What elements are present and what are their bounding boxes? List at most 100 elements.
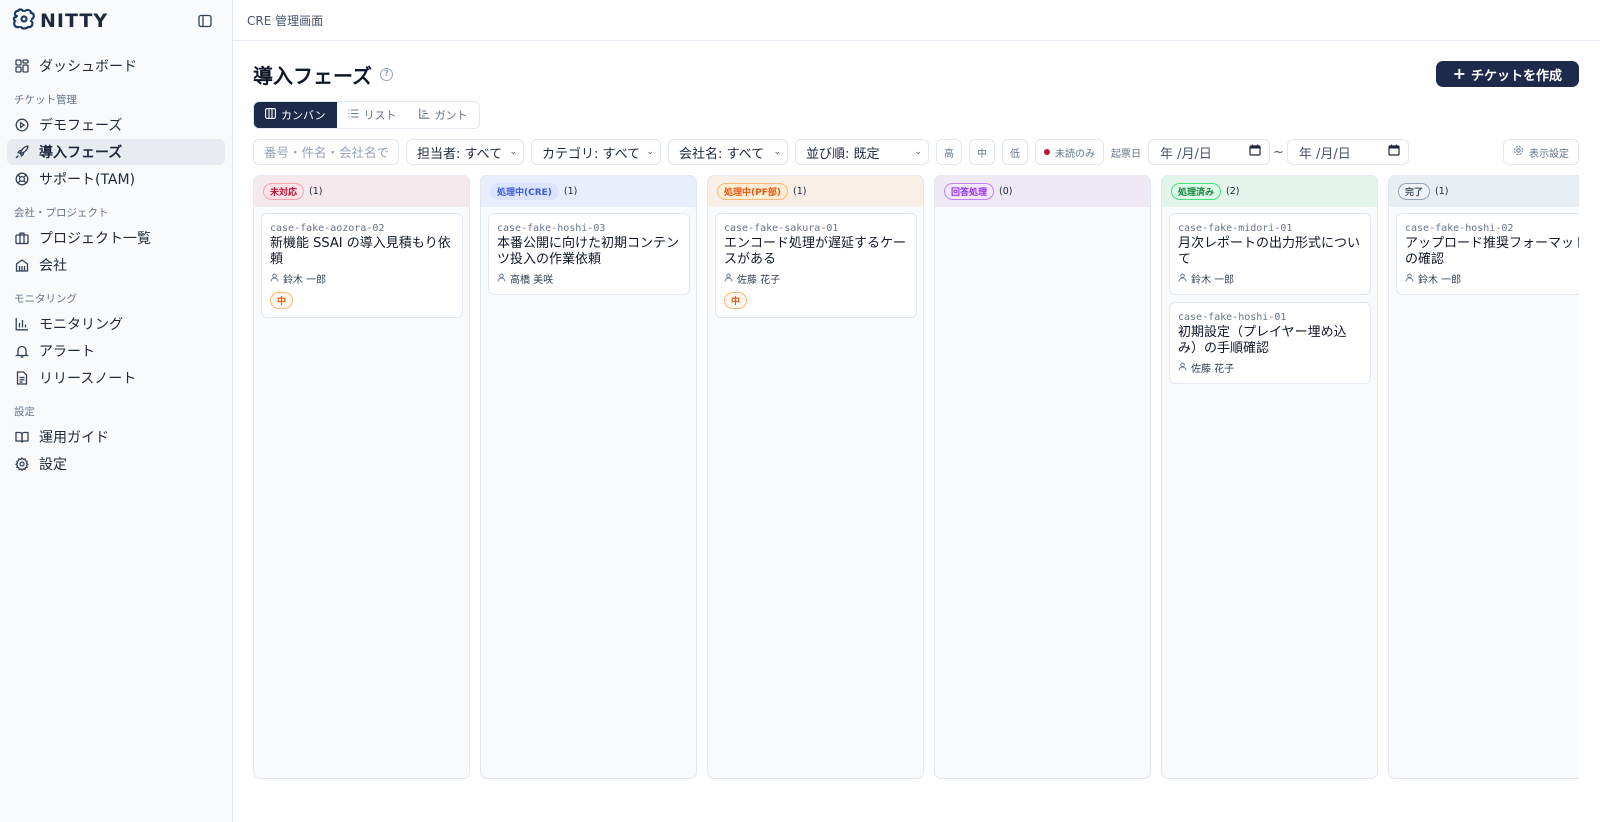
sidebar-item-file-text[interactable]: リリースノート (7, 365, 225, 391)
kanban-column: 完了 (1) case-fake-hoshi-02 アップロード推奨フォーマットの確認… (1388, 175, 1579, 779)
sidebar-nav: ダッシュボード チケット管理 デモフェーズ 導入フェーズ サポート(TAM) 会社・プロジ… (0, 41, 232, 477)
kanban-column: 処理済み (2) case-fake-midori-01 月次レポートの出力形式につい… (1161, 175, 1378, 779)
tab-list[interactable]: リスト (337, 102, 408, 128)
sidebar-section-label: 設定 (14, 406, 35, 418)
column-count: (1) (563, 186, 578, 197)
rocket-icon (14, 145, 29, 160)
sidebar-item-bar-chart[interactable]: モニタリング (7, 311, 225, 337)
ticket-assignee-name: 鈴木 一郎 (1191, 275, 1235, 286)
company-select[interactable]: 会社名: すべて ⌄ (668, 139, 788, 165)
sort-select[interactable]: 並び順: 既定 ⌄ (795, 139, 929, 165)
sidebar-item-bell[interactable]: アラート (7, 338, 225, 364)
user-icon (270, 273, 279, 285)
ticket-card[interactable]: case-fake-hoshi-01 初期設定（プレイヤー埋め込み）の手順確認 佐藤… (1169, 302, 1371, 384)
ticket-title: エンコード処理が遅延するケースがある (724, 236, 907, 267)
play-circle-icon (14, 118, 29, 133)
ticket-title: アップロード推奨フォーマットの確認 (1405, 236, 1579, 267)
ticket-title: 本番公開に向けた初期コンテンツ投入の作業依頼 (497, 236, 680, 267)
sidebar-item-lifebuoy[interactable]: サポート(TAM) (7, 166, 225, 192)
sidebar-item-gear[interactable]: 設定 (7, 451, 225, 477)
plus-icon: + (1452, 64, 1466, 83)
ticket-card[interactable]: case-fake-sakura-01 エンコード処理が遅延するケースがある 佐藤 … (715, 213, 917, 318)
date-from-placeholder: 年 /月/日 (1160, 146, 1212, 162)
priority-low-button[interactable]: 低 (1002, 139, 1028, 165)
sidebar-section-label: チケット管理 (14, 94, 77, 106)
tab-kanban-label: カンバン (281, 109, 326, 122)
calendar-icon[interactable] (1249, 144, 1261, 160)
sidebar-item-label: 設定 (39, 457, 67, 473)
kanban-icon (265, 108, 276, 122)
calendar-icon[interactable] (1388, 144, 1400, 160)
sidebar-item-building[interactable]: 会社 (7, 252, 225, 278)
sidebar-item-play-circle[interactable]: デモフェーズ (7, 112, 225, 138)
logo-icon (12, 7, 36, 34)
date-to-input[interactable]: 年 /月/日 (1286, 139, 1409, 165)
sidebar-item-dashboard[interactable]: ダッシュボード (7, 53, 225, 79)
sidebar-toggle-icon[interactable] (196, 12, 214, 30)
sidebar-item-label: ダッシュボード (39, 59, 137, 75)
column-header: 処理済み (2) (1162, 176, 1377, 207)
ticket-id: case-fake-midori-01 (1178, 223, 1293, 234)
priority-badge: 中 (270, 292, 294, 309)
bell-icon (14, 344, 29, 359)
tab-gantt[interactable]: ガント (408, 102, 479, 128)
tab-list-label: リスト (363, 109, 397, 122)
kanban-column: 処理中(PF部) (1) case-fake-sakura-01 エンコード処理が遅延… (707, 175, 924, 779)
priority-mid-button[interactable]: 中 (969, 139, 995, 165)
create-ticket-label: チケットを作成 (1470, 68, 1562, 84)
sidebar-item-label: プロジェクト一覧 (39, 231, 151, 247)
chevron-down-icon: ⌄ (914, 147, 922, 157)
user-icon (1178, 362, 1187, 374)
column-count: (0) (999, 186, 1013, 197)
sidebar-item-label: 運用ガイド (39, 430, 109, 446)
sidebar-section-label: モニタリング (14, 293, 77, 305)
ticket-title: 月次レポートの出力形式について (1178, 236, 1361, 267)
assignee-select[interactable]: 担当者: すべて ⌄ (406, 139, 524, 165)
sidebar-item-label: 導入フェーズ (39, 145, 123, 161)
tab-kanban[interactable]: カンバン (254, 102, 337, 128)
ticket-id: case-fake-hoshi-02 (1405, 223, 1514, 234)
sidebar: NITTY ダッシュボードチケット管理デモフェーズ 導入フェーズサポート(TAM)… (0, 0, 233, 822)
ticket-card[interactable]: case-fake-midori-01 月次レポートの出力形式について鈴木 一郎 (1169, 213, 1371, 295)
date-to-placeholder: 年 /月/日 (1298, 146, 1351, 162)
gantt-icon (418, 108, 430, 122)
category-select[interactable]: カテゴリ: すべて ⌄ (531, 139, 661, 165)
display-settings-button[interactable]: 表示設定 (1503, 139, 1579, 165)
card-list: case-fake-sakura-01 エンコード処理が遅延するケースがある 佐藤 … (708, 207, 923, 318)
column-count: (1) (309, 186, 323, 197)
chevron-down-icon: ⌄ (509, 147, 517, 157)
date-range-separator: ~ (1273, 144, 1284, 160)
column-count: (1) (792, 186, 807, 197)
kanban-column: 未対応 (1) case-fake-aozora-02 新機能 SSAI の導入見積も… (253, 175, 470, 779)
card-list: case-fake-hoshi-02 アップロード推奨フォーマットの確認 鈴木 一郎 (1389, 207, 1579, 295)
company-select-value: 会社名: すべて (679, 146, 765, 162)
lifebuoy-icon (14, 172, 29, 187)
unread-only-button[interactable]: 未読のみ (1035, 139, 1104, 165)
create-ticket-button[interactable]: + チケットを作成 (1435, 61, 1579, 87)
sidebar-item-label: アラート (39, 344, 95, 360)
file-text-icon (14, 371, 29, 386)
display-settings-label: 表示設定 (1529, 148, 1569, 160)
briefcase-icon (14, 231, 29, 246)
logo-row: NITTY (0, 0, 232, 41)
column-header: 未対応 (1) (254, 176, 469, 207)
ticket-id: case-fake-hoshi-01 (1178, 312, 1287, 323)
main-area: CRE 管理画面 導入フェーズ ? + チケットを作成 カンバン リスト ガント… (233, 0, 1600, 822)
status-badge: 完了 (1398, 183, 1431, 200)
book-icon (14, 430, 29, 445)
sidebar-item-book[interactable]: 運用ガイド (7, 424, 225, 450)
ticket-id: case-fake-aozora-02 (270, 223, 385, 234)
help-icon[interactable]: ? (380, 67, 393, 81)
priority-high-button[interactable]: 高 (936, 139, 962, 165)
kanban-column: 処理中(CRE) (1) case-fake-hoshi-03 本番公開に向けた初期コ… (480, 175, 697, 779)
ticket-card[interactable]: case-fake-aozora-02 新機能 SSAI の導入見積もり依頼 鈴木 … (261, 213, 463, 318)
search-input[interactable] (253, 139, 399, 165)
column-count: (1) (1435, 186, 1449, 197)
ticket-card[interactable]: case-fake-hoshi-02 アップロード推奨フォーマットの確認 鈴木 一郎 (1396, 213, 1579, 295)
date-from-input[interactable]: 年 /月/日 (1148, 139, 1270, 165)
sidebar-item-rocket[interactable]: 導入フェーズ (7, 139, 225, 165)
sidebar-item-label: デモフェーズ (39, 118, 123, 134)
sidebar-item-briefcase[interactable]: プロジェクト一覧 (7, 225, 225, 251)
ticket-card[interactable]: case-fake-hoshi-03 本番公開に向けた初期コンテンツ投入の作業依頼… (488, 213, 690, 295)
logo[interactable]: NITTY (12, 7, 108, 34)
